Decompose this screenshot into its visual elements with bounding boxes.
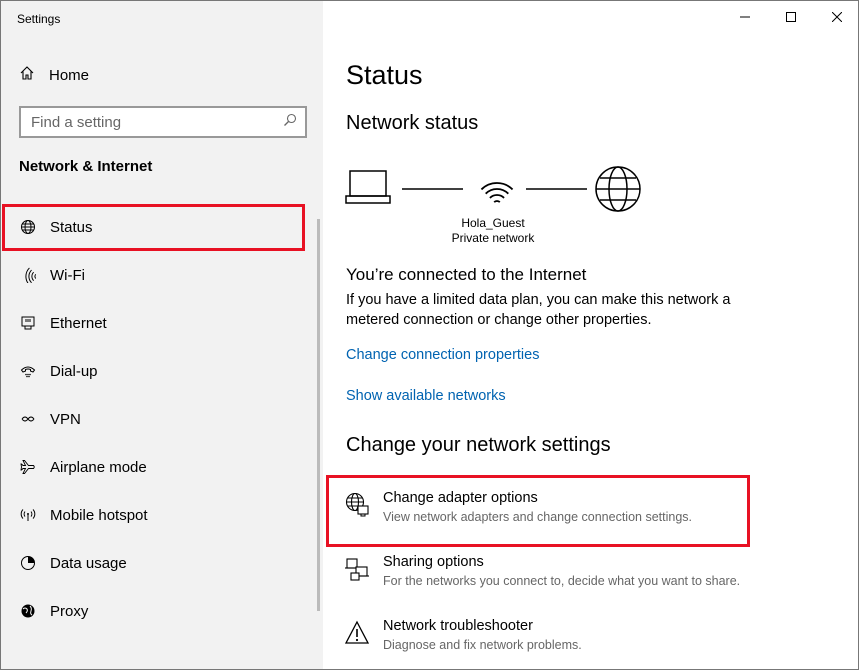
section-title: Network & Internet <box>19 158 153 175</box>
ethernet-icon <box>19 315 36 332</box>
data-usage-icon <box>19 555 36 572</box>
search-input[interactable] <box>31 113 283 131</box>
airplane-icon <box>19 459 36 476</box>
sharing-options[interactable]: Sharing options For the networks you con… <box>343 554 783 588</box>
wifi-signal-icon <box>480 182 514 203</box>
status-highlight-box <box>2 204 305 251</box>
close-icon <box>831 9 843 27</box>
maximize-button[interactable] <box>768 1 814 35</box>
option-description: Diagnose and fix network problems. <box>383 638 582 652</box>
sidebar-item-label: Data usage <box>50 554 127 572</box>
internet-globe-icon <box>595 166 641 212</box>
sidebar-scrollbar[interactable] <box>317 219 320 611</box>
home-icon <box>19 65 35 86</box>
sidebar-item-label: Mobile hotspot <box>50 506 148 524</box>
sidebar-item-label: Ethernet <box>50 314 107 332</box>
network-info: Hola_Guest Private network <box>443 216 543 246</box>
show-available-networks-link[interactable]: Show available networks <box>346 388 506 404</box>
vpn-icon <box>19 411 36 428</box>
main-content: Status Network status Hola_Guest Private… <box>323 1 858 669</box>
dialup-icon <box>19 363 36 380</box>
sidebar-item-label: Airplane mode <box>50 458 147 476</box>
sidebar-item-label: Proxy <box>50 602 89 620</box>
sidebar-item-label: VPN <box>50 410 81 428</box>
sidebar-item-ethernet[interactable]: Ethernet <box>1 299 307 347</box>
settings-window: Settings Home Network & Internet Status <box>0 0 859 670</box>
search-box[interactable] <box>19 106 307 138</box>
sidebar: Settings Home Network & Internet Status <box>1 1 323 669</box>
search-icon[interactable] <box>283 113 297 132</box>
sidebar-item-mobile-hotspot[interactable]: Mobile hotspot <box>1 491 307 539</box>
sidebar-item-dialup[interactable]: Dial-up <box>1 347 307 395</box>
connection-status-title: You’re connected to the Internet <box>346 265 587 284</box>
wifi-icon <box>19 267 36 284</box>
minimize-button[interactable] <box>722 1 768 35</box>
sidebar-item-proxy[interactable]: Proxy <box>1 587 307 635</box>
sidebar-item-label: Dial-up <box>50 362 98 380</box>
sidebar-item-label: Wi-Fi <box>50 266 85 284</box>
sidebar-item-wifi[interactable]: Wi-Fi <box>1 251 307 299</box>
sharing-icon <box>343 556 371 584</box>
hotspot-icon <box>19 507 36 524</box>
change-connection-properties-link[interactable]: Change connection properties <box>346 347 539 363</box>
proxy-globe-icon <box>19 603 36 620</box>
home-label: Home <box>49 66 90 84</box>
app-title: Settings <box>17 12 61 26</box>
sidebar-item-airplane-mode[interactable]: Airplane mode <box>1 443 307 491</box>
window-controls <box>722 1 858 35</box>
home-nav-item[interactable]: Home <box>19 63 89 87</box>
adapter-options-highlight-box <box>326 475 750 547</box>
sidebar-item-data-usage[interactable]: Data usage <box>1 539 307 587</box>
option-title: Network troubleshooter <box>383 618 533 634</box>
close-button[interactable] <box>814 1 858 35</box>
minimize-icon <box>740 9 750 27</box>
laptop-icon <box>345 170 391 204</box>
option-title: Sharing options <box>383 554 484 570</box>
sidebar-item-vpn[interactable]: VPN <box>1 395 307 443</box>
page-title: Status <box>346 60 423 90</box>
network-troubleshooter[interactable]: Network troubleshooter Diagnose and fix … <box>343 618 783 652</box>
maximize-icon <box>786 9 796 27</box>
connection-status-description: If you have a limited data plan, you can… <box>346 292 731 328</box>
change-network-settings-heading: Change your network settings <box>346 434 611 456</box>
network-status-heading: Network status <box>346 112 479 134</box>
option-description: For the networks you connect to, decide … <box>383 574 741 588</box>
warning-icon <box>343 620 371 648</box>
network-name: Hola_Guest <box>461 216 525 230</box>
network-type: Private network <box>451 231 535 245</box>
